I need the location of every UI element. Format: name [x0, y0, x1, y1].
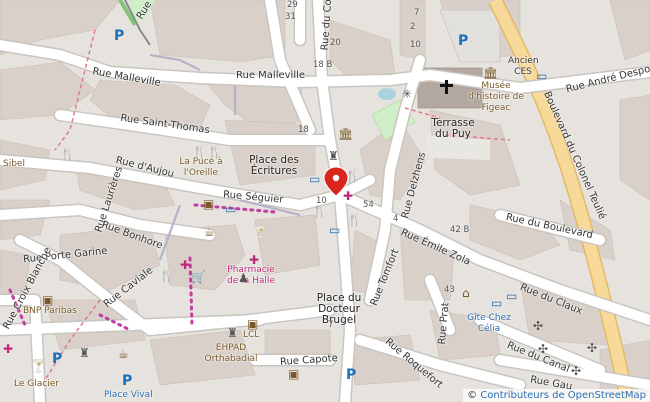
parking-icon[interactable]: P	[52, 351, 62, 367]
house-number: 43	[444, 285, 455, 295]
bus-stop-icon[interactable]: ▭	[536, 70, 547, 82]
pharmacy-icon[interactable]: ✚	[180, 259, 190, 271]
poi-label-le-glacier: Le Glacier	[14, 379, 59, 389]
poi-label-ancien-ces: Ancien CES	[508, 56, 539, 77]
house-number: 54	[363, 200, 374, 210]
restaurant-icon[interactable]: 🍴	[312, 205, 327, 217]
poi-label-bnp: BNP Paribas	[23, 306, 77, 316]
bus-stop-icon[interactable]: ▭	[491, 297, 502, 309]
house-number: 18 B	[313, 60, 333, 70]
museum-icon[interactable]: 🏛	[483, 67, 498, 79]
bank-icon[interactable]: ▣	[203, 198, 214, 210]
bar-icon[interactable]: ✣	[533, 320, 543, 332]
restaurant-icon[interactable]: 🍴	[192, 146, 207, 158]
house-number: 7	[414, 8, 420, 18]
shop-icon[interactable]: 🛒	[191, 271, 206, 283]
theatre-icon[interactable]: ⌂	[462, 287, 470, 299]
poi-label-musee: Musée d'histoire de Figeac	[468, 81, 524, 113]
restaurant-icon[interactable]: 🍴	[159, 270, 174, 282]
cafe-icon[interactable]: ☕	[204, 226, 215, 238]
viewpoint-icon[interactable]: ✳	[402, 88, 412, 100]
poi-label-sibel: Sibel	[3, 159, 25, 169]
pharmacy-icon[interactable]: ✚	[343, 190, 353, 202]
parking-icon[interactable]: P	[346, 367, 356, 383]
house-number: 2	[410, 22, 416, 32]
map-attribution: © Contributeurs de OpenStreetMap	[463, 389, 650, 402]
poi-label-lcl: LCL	[243, 330, 260, 340]
house-number: 20	[330, 38, 341, 48]
parking-icon[interactable]: P	[458, 33, 468, 49]
monument-icon[interactable]: ♜	[328, 150, 339, 162]
place-label-vival: Place Vival	[104, 390, 153, 400]
bus-stop-icon[interactable]: ▭	[329, 224, 340, 236]
bank-icon[interactable]: ▣	[288, 368, 299, 380]
map-view[interactable]: Rue Malleville Rue Malleville Rue Saint-…	[0, 0, 650, 402]
house-number: 7	[328, 320, 334, 330]
bar-icon[interactable]: ✣	[538, 343, 548, 355]
poi-label-puce: La Puce à l'Oreille	[179, 157, 223, 178]
house-number: 42 B	[450, 225, 470, 235]
monument-icon[interactable]: ♜	[79, 347, 90, 359]
house-number: 31	[285, 12, 296, 22]
bus-stop-icon[interactable]: ▭	[506, 290, 517, 302]
place-label-docteur-brugel: Place du Docteur Brugel	[316, 292, 362, 326]
bar-icon[interactable]: ✣	[587, 342, 597, 354]
bus-stop-icon[interactable]: ▭	[225, 203, 236, 215]
restaurant-icon[interactable]: 🍴	[345, 170, 360, 182]
place-label-terrasse: Terrasse du Puy	[431, 117, 475, 140]
attribution-link[interactable]: Contributeurs de OpenStreetMap	[480, 390, 646, 401]
street-label-malleville-2: Rue Malleville	[236, 70, 306, 81]
restaurant-icon[interactable]: 🍴	[207, 146, 222, 158]
bar-icon[interactable]: ✣	[571, 365, 581, 377]
bank-icon[interactable]: ▣	[42, 294, 53, 306]
poi-label-ehpad: EHPAD Orthabadial	[204, 343, 258, 364]
cafe-icon[interactable]: ☕	[118, 348, 129, 360]
house-number: 10	[410, 40, 421, 50]
monument-icon[interactable]: ♟	[238, 272, 249, 284]
parking-icon[interactable]: P	[122, 373, 132, 389]
attribution-prefix: ©	[467, 390, 481, 401]
bar-icon[interactable]: 🍸	[253, 226, 268, 238]
restaurant-icon[interactable]: 🍴	[347, 214, 362, 226]
bus-stop-icon[interactable]: ▭	[309, 173, 320, 185]
house-number: 4	[393, 214, 399, 224]
museum-icon[interactable]: 🏛	[338, 128, 353, 140]
house-number: 29	[287, 0, 298, 10]
house-number: 18	[298, 125, 309, 135]
poi-label-gite: Gîte Chez Célia	[467, 313, 511, 334]
monument-icon[interactable]: ♜	[227, 327, 238, 339]
pharmacy-icon[interactable]: ✚	[249, 254, 259, 266]
bar-icon[interactable]: 🍸	[31, 360, 46, 372]
poi-label-pharmacie: Pharmacie de la Halle	[227, 265, 275, 286]
place-label-ecritures: Place des Écritures	[249, 154, 299, 177]
restaurant-icon[interactable]: 🍴	[60, 148, 75, 160]
bank-icon[interactable]: ▣	[247, 318, 258, 330]
pharmacy-icon[interactable]: ✚	[3, 343, 13, 355]
parking-icon[interactable]: P	[114, 28, 124, 44]
